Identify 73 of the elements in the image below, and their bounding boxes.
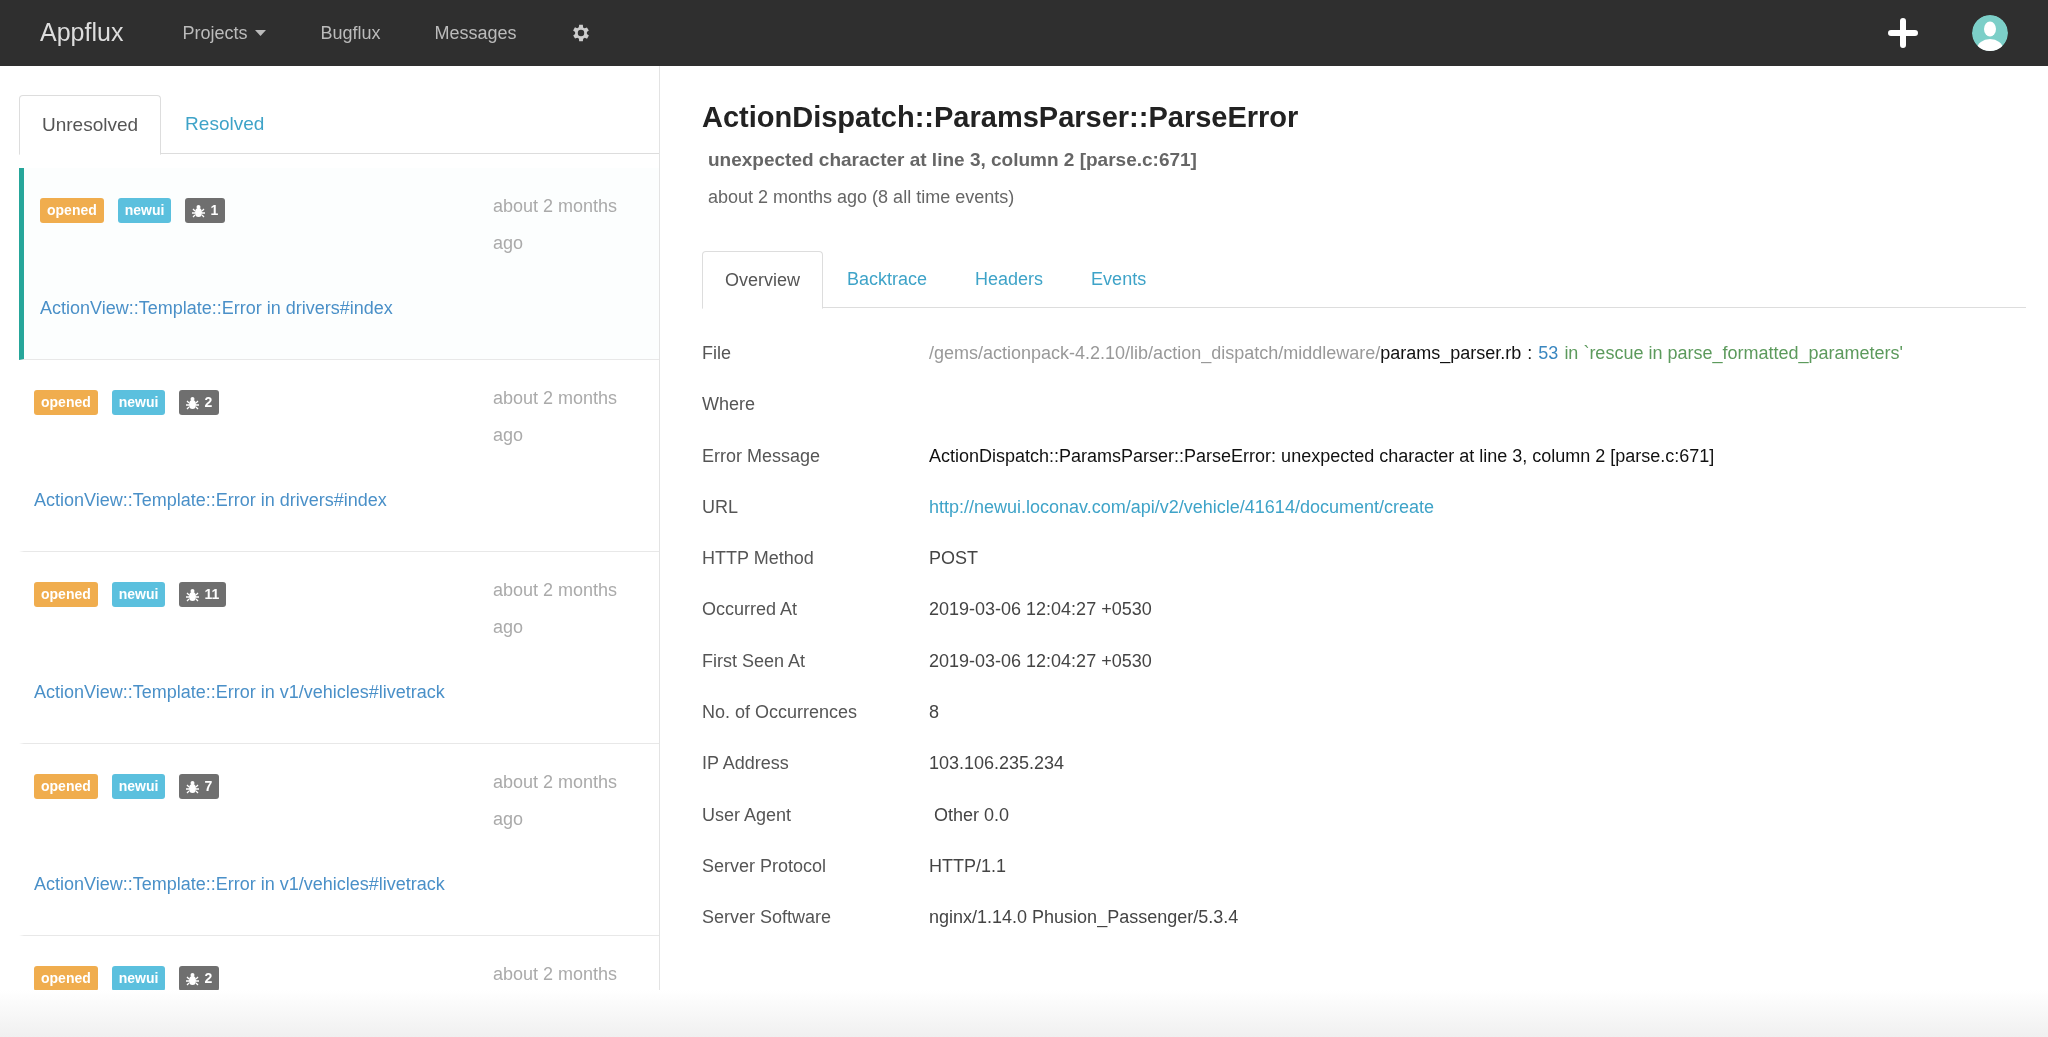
- field-label: Server Software: [702, 906, 833, 930]
- project-badge: newui: [111, 582, 166, 607]
- status-badge: opened: [40, 198, 104, 223]
- field-label: Where: [702, 393, 756, 417]
- url-link[interactable]: http://newui.loconav.com/api/v2/vehicle/41614/document/create: [929, 493, 1434, 521]
- avatar-icon[interactable]: [1972, 15, 2008, 51]
- count-badge: 2: [179, 966, 220, 990]
- field-value: ActionDispatch::ParamsParser::ParseError: unexpected character at line 3, column 2 [parse.c:671]: [929, 444, 1715, 468]
- issue-time: about 2 months ago: [493, 195, 619, 255]
- bug-icon: [186, 971, 200, 986]
- detail-tab[interactable]: Overview: [702, 251, 823, 309]
- separator-text: :: [1527, 342, 1533, 365]
- field-label: URL: [702, 495, 739, 519]
- error-title: ActionDispatch::ParamsParser::ParseError: [702, 100, 1300, 135]
- nav-link[interactable]: Bugflux: [305, 19, 396, 47]
- method-text: in `rescue in parse_formatted_parameters': [1564, 342, 1903, 366]
- issue-title-link[interactable]: ActionView::Template::Error in drivers#index: [40, 295, 393, 322]
- field-label: File: [702, 342, 732, 365]
- issue-time: about 2 months ago: [493, 771, 619, 831]
- bug-icon: [186, 395, 200, 410]
- field-value: POST: [929, 547, 978, 571]
- field-value: 2019-03-06 12:04:27 +0530: [929, 598, 1152, 622]
- status-badge: opened: [34, 774, 98, 799]
- status-badge: opened: [34, 966, 98, 990]
- caret-icon: [255, 30, 267, 36]
- status-badge: opened: [34, 582, 98, 607]
- field-label: First Seen At: [702, 649, 807, 673]
- line-number: 53: [1538, 342, 1559, 365]
- detail-tab[interactable]: Backtrace: [823, 251, 952, 308]
- nav-dropdown[interactable]: Projects: [167, 19, 282, 47]
- file-path: /gems/actionpack-4.2.10/lib/action_dispatch/middleware/: [929, 342, 1381, 366]
- issue-title-link[interactable]: ActionView::Template::Error in v1/vehicles#livetrack: [34, 871, 445, 898]
- field-value: HTTP/1.1: [929, 854, 1007, 878]
- field-label: Error Message: [702, 444, 822, 468]
- error-meta: about 2 months ago (8 all time events): [708, 186, 1016, 209]
- field-label: No. of Occurrences: [702, 701, 859, 725]
- error-message: unexpected character at line 3, column 2 [parse.c:671]: [708, 147, 1198, 172]
- project-badge: newui: [111, 966, 166, 990]
- count-badge: 2: [179, 390, 220, 415]
- bug-icon: [192, 203, 206, 218]
- project-badge: newui: [111, 390, 166, 415]
- field-value: nginx/1.14.0 Phusion_Passenger/5.3.4: [929, 906, 1239, 930]
- count-badge: 7: [179, 774, 220, 799]
- issue-time: about 2 months ago: [493, 387, 619, 447]
- field-value: Other 0.0: [933, 803, 1010, 827]
- detail-tab[interactable]: Headers: [951, 251, 1068, 308]
- field-label: HTTP Method: [702, 547, 815, 571]
- project-badge: newui: [117, 198, 172, 223]
- bug-icon: [186, 587, 200, 602]
- field-value: 8: [929, 701, 939, 725]
- field-value: 2019-03-06 12:04:27 +0530: [929, 649, 1152, 673]
- issue-time: about 2 months: [493, 963, 619, 986]
- issue-time: about 2 months ago: [493, 579, 619, 639]
- field-value: 103.106.235.234: [929, 752, 1065, 776]
- project-badge: newui: [111, 774, 166, 799]
- detail-tab[interactable]: Events: [1067, 251, 1171, 308]
- count-badge: 1: [185, 198, 226, 223]
- field-label: User Agent: [702, 803, 793, 827]
- count-badge: 11: [179, 582, 227, 607]
- file-name: params_parser.rb: [1380, 342, 1522, 366]
- field-label: Server Protocol: [702, 854, 828, 878]
- field-label: Occurred At: [702, 598, 799, 622]
- issue-row[interactable]: opened newui 1 about 2 months ago ActionView::Template::Error in drivers#index: [19, 168, 659, 360]
- status-badge: opened: [34, 390, 98, 415]
- list-tab[interactable]: Resolved: [161, 95, 289, 154]
- issue-title-link[interactable]: ActionView::Template::Error in drivers#index: [34, 487, 387, 514]
- bug-icon: [186, 779, 200, 794]
- issue-title-link[interactable]: ActionView::Template::Error in v1/vehicles#livetrack: [34, 679, 445, 706]
- field-label: IP Address: [702, 752, 790, 776]
- brand-logo[interactable]: Appflux: [40, 14, 124, 52]
- list-tab[interactable]: Unresolved: [19, 95, 162, 155]
- nav-link[interactable]: Messages: [419, 19, 532, 47]
- plus-icon[interactable]: [1888, 18, 1918, 48]
